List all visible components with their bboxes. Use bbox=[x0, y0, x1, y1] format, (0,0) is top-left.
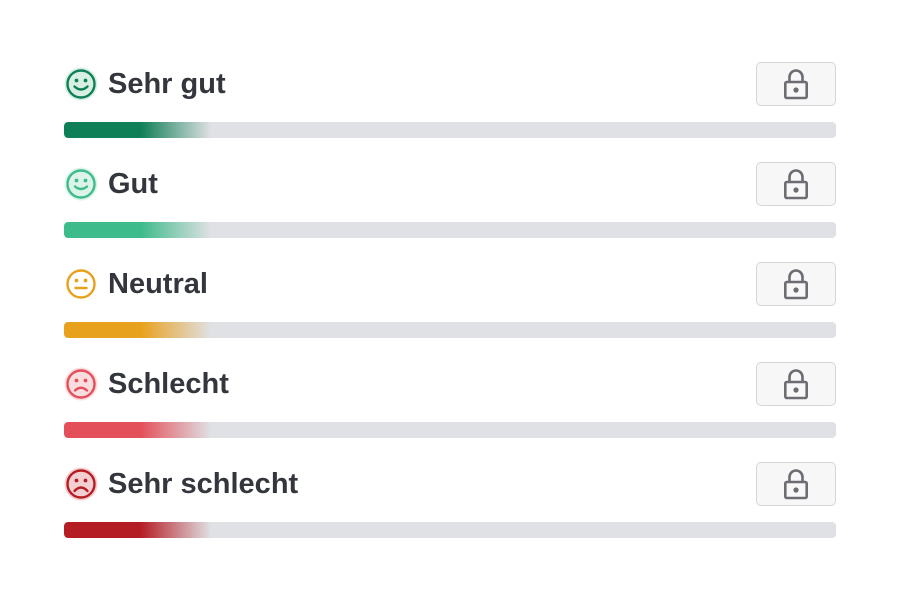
rating-bar-fill bbox=[64, 222, 211, 238]
lock-button[interactable] bbox=[756, 62, 836, 106]
rating-row-header: Schlecht bbox=[64, 362, 836, 406]
rating-row-sehr-gut: Sehr gut bbox=[64, 62, 836, 162]
rating-bar-fill bbox=[64, 322, 211, 338]
rating-label: Sehr schlecht bbox=[108, 468, 299, 500]
lock-button[interactable] bbox=[756, 362, 836, 406]
rating-list: Sehr gut Gut Neutral Schlecht Sehr schle… bbox=[64, 62, 836, 562]
very-sad-face-icon bbox=[64, 467, 98, 501]
rating-row-header: Sehr gut bbox=[64, 62, 836, 106]
lock-icon bbox=[783, 67, 809, 101]
rating-row-header: Gut bbox=[64, 162, 836, 206]
rating-label: Sehr gut bbox=[108, 68, 226, 100]
rating-bar-track bbox=[64, 422, 836, 438]
rating-bar-fill bbox=[64, 522, 211, 538]
neutral-face-icon bbox=[64, 267, 98, 301]
lock-icon bbox=[783, 467, 809, 501]
very-happy-face-icon bbox=[64, 67, 98, 101]
happy-face-icon bbox=[64, 167, 98, 201]
rating-bar-fill bbox=[64, 422, 211, 438]
rating-row-gut: Gut bbox=[64, 162, 836, 262]
rating-label: Gut bbox=[108, 168, 158, 200]
lock-button[interactable] bbox=[756, 462, 836, 506]
rating-bar-fill bbox=[64, 122, 211, 138]
lock-icon bbox=[783, 167, 809, 201]
rating-bar-track bbox=[64, 322, 836, 338]
lock-button[interactable] bbox=[756, 262, 836, 306]
rating-label: Neutral bbox=[108, 268, 208, 300]
rating-row-schlecht: Schlecht bbox=[64, 362, 836, 462]
rating-bar-track bbox=[64, 522, 836, 538]
rating-bar-track bbox=[64, 222, 836, 238]
rating-label: Schlecht bbox=[108, 368, 229, 400]
lock-icon bbox=[783, 267, 809, 301]
lock-icon bbox=[783, 367, 809, 401]
rating-row-header: Neutral bbox=[64, 262, 836, 306]
sad-face-icon bbox=[64, 367, 98, 401]
rating-row-sehr-schlecht: Sehr schlecht bbox=[64, 462, 836, 562]
rating-row-header: Sehr schlecht bbox=[64, 462, 836, 506]
rating-bar-track bbox=[64, 122, 836, 138]
rating-row-neutral: Neutral bbox=[64, 262, 836, 362]
lock-button[interactable] bbox=[756, 162, 836, 206]
